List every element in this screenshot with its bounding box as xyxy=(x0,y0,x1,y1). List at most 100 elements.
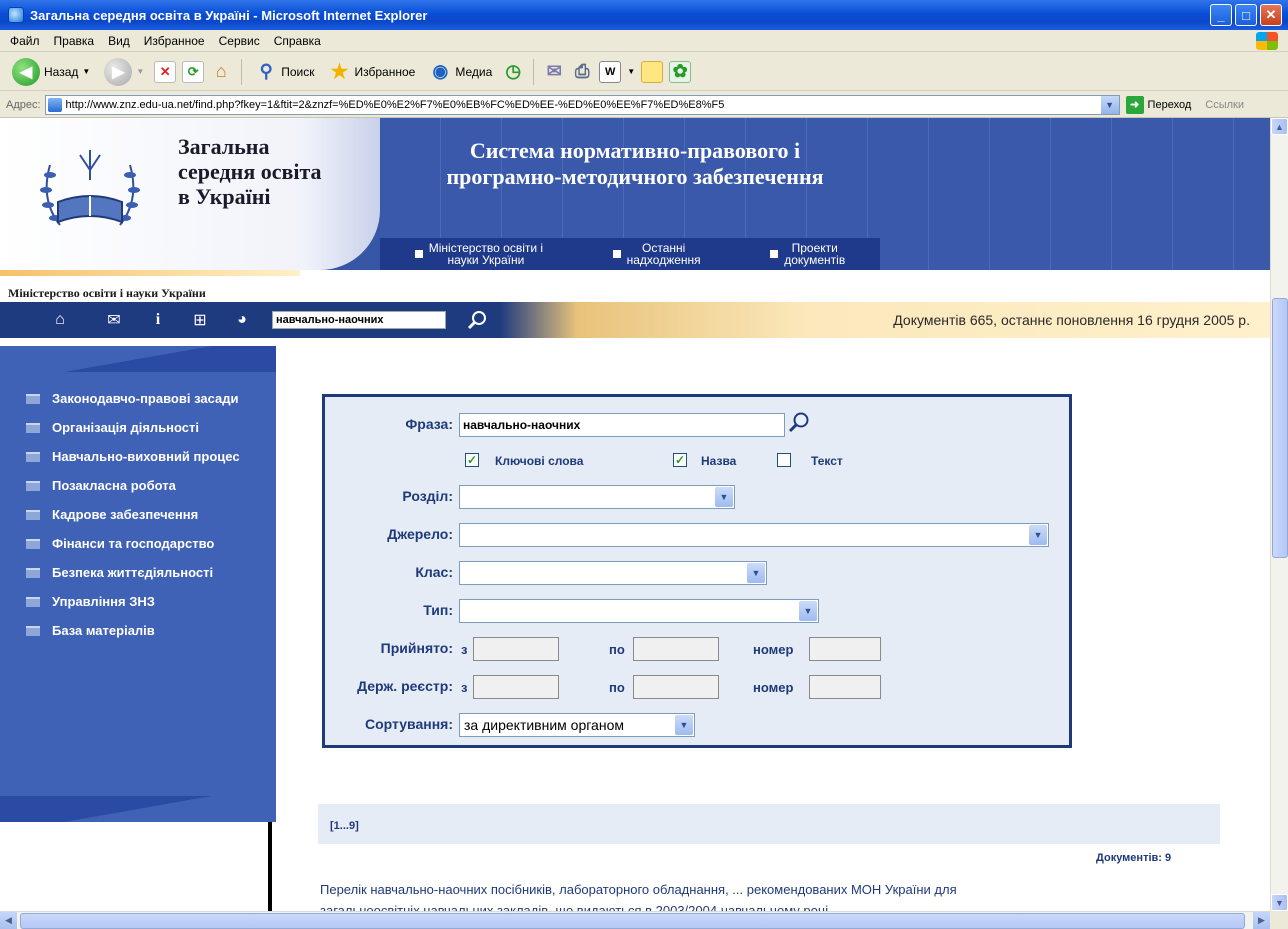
menu-favorites[interactable]: Избранное xyxy=(144,34,205,48)
adopted-from-input[interactable] xyxy=(473,637,559,661)
registry-to-label: по xyxy=(609,680,625,695)
registry-to-input[interactable] xyxy=(633,675,719,699)
star-icon: ★ xyxy=(330,61,349,83)
results-pager[interactable]: [1...9] xyxy=(330,820,359,832)
result-link-first[interactable]: Перелік навчально-наочних посібників, ла… xyxy=(320,882,957,897)
mail-icon[interactable]: ✉ xyxy=(543,61,565,83)
vertical-scrollbar[interactable]: ▲ ▼ xyxy=(1270,118,1288,911)
folder-icon xyxy=(26,481,40,491)
window-title: Загальна середня освіта в Україні - Micr… xyxy=(30,7,428,23)
adopted-to-label: по xyxy=(609,642,625,657)
vertical-scroll-thumb[interactable] xyxy=(1272,298,1288,558)
sidebar-item-legal[interactable]: Законодавчо-правові засади xyxy=(26,390,262,407)
info-icon[interactable]: i xyxy=(148,310,168,330)
sidebar-bottom-band xyxy=(0,796,276,822)
gold-band xyxy=(0,270,300,276)
close-button[interactable]: ✕ xyxy=(1260,4,1282,26)
print-icon[interactable]: ⎙ xyxy=(571,61,593,83)
discuss-icon[interactable] xyxy=(641,60,664,83)
mail-icon[interactable]: ✉ xyxy=(104,310,124,330)
home-icon[interactable]: ⌂ xyxy=(210,61,232,83)
sitemap-icon[interactable]: ⊞ xyxy=(190,310,210,330)
address-label: Адрес: xyxy=(6,98,41,111)
sidebar-item-safety[interactable]: Безпека життєдіяльності xyxy=(26,564,262,581)
scroll-right-icon[interactable]: ▶ xyxy=(1253,912,1270,929)
sidebar-item-extracurricular[interactable]: Позакласна робота xyxy=(26,477,262,494)
phrase-input[interactable]: навчально-наочних xyxy=(459,413,785,437)
forward-dropdown-icon: ▼ xyxy=(136,67,145,76)
go-button[interactable]: ➜ Переход xyxy=(1125,95,1191,114)
edit-dropdown-icon[interactable]: ▼ xyxy=(627,67,635,76)
documents-stats: Документів 665, останнє поновлення 16 гр… xyxy=(893,312,1250,328)
help-icon[interactable]: ◕ xyxy=(232,310,252,330)
maximize-button[interactable]: □ xyxy=(1235,4,1257,26)
history-icon[interactable]: ◷ xyxy=(502,61,524,83)
chevron-down-icon: ▼ xyxy=(715,487,733,507)
site-toolstrip: ⌂ ✉ i ⊞ ◕ навчально-наочних Документів 6… xyxy=(0,302,1270,338)
class-select[interactable]: ▼ xyxy=(459,561,767,585)
folder-icon xyxy=(26,568,40,578)
scroll-down-icon[interactable]: ▼ xyxy=(1271,894,1288,911)
adopted-label: Прийнято: xyxy=(380,640,453,656)
adopted-to-input[interactable] xyxy=(633,637,719,661)
type-select[interactable]: ▼ xyxy=(459,599,819,623)
sidebar-item-staffing[interactable]: Кадрове забезпечення xyxy=(26,506,262,523)
address-dropdown-icon[interactable]: ▼ xyxy=(1100,95,1119,114)
horizontal-scroll-thumb[interactable] xyxy=(20,913,1245,929)
text-checkbox[interactable] xyxy=(777,453,791,467)
menu-file[interactable]: Файл xyxy=(10,34,40,48)
windows-logo-icon xyxy=(1256,32,1278,50)
home-icon[interactable]: ⌂ xyxy=(50,310,70,330)
horizontal-scrollbar[interactable]: ◀ ▶ xyxy=(0,911,1270,929)
page-viewport: Загальна середня освіта в Україні Систем… xyxy=(0,118,1270,911)
section-select[interactable]: ▼ xyxy=(459,485,735,509)
result-link-first-continuation[interactable]: загальноосвітніх навчальних закладів, що… xyxy=(320,903,1200,911)
folder-icon xyxy=(26,510,40,520)
search-magnifier-icon[interactable] xyxy=(466,309,488,331)
title-bar: Загальна середня освіта в Україні - Micr… xyxy=(0,0,1288,30)
sidebar-item-materials[interactable]: База матеріалів xyxy=(26,622,262,639)
title-checkbox[interactable]: ✓ xyxy=(673,453,687,467)
forward-button[interactable]: ▶ ▼ xyxy=(100,56,148,88)
nav-drafts[interactable]: Проекти документів xyxy=(770,242,845,266)
keywords-checkbox[interactable]: ✓ xyxy=(465,453,479,467)
sort-select[interactable]: за директивним органом ▼ xyxy=(459,713,695,737)
menu-edit[interactable]: Правка xyxy=(54,34,95,48)
nav-bullet-icon xyxy=(612,250,621,258)
registry-number-input[interactable] xyxy=(809,675,881,699)
quick-search-input[interactable]: навчально-наочних xyxy=(272,311,446,329)
back-button[interactable]: ◀ Назад ▼ xyxy=(8,56,94,88)
registry-from-input[interactable] xyxy=(473,675,559,699)
source-select[interactable]: ▼ xyxy=(459,523,1049,547)
menu-tools[interactable]: Сервис xyxy=(219,34,260,48)
messenger-flower-icon[interactable]: ✿ xyxy=(669,60,692,83)
menu-help[interactable]: Справка xyxy=(274,34,321,48)
favorites-button[interactable]: ★ Избранное xyxy=(325,59,420,85)
media-label: Медиа xyxy=(455,64,493,79)
sidebar-item-management[interactable]: Управління ЗНЗ xyxy=(26,593,262,610)
logo-block[interactable]: Загальна середня освіта в Україні xyxy=(0,118,380,270)
nav-recent[interactable]: Останні надходження xyxy=(612,242,701,266)
adopted-number-input[interactable] xyxy=(809,637,881,661)
links-button[interactable]: Ссылки xyxy=(1205,99,1244,111)
scroll-left-icon[interactable]: ◀ xyxy=(0,912,17,929)
nav-ministry[interactable]: Міністерство освіти і науки України xyxy=(414,242,543,266)
scroll-up-icon[interactable]: ▲ xyxy=(1271,118,1288,135)
sidebar-item-organization[interactable]: Організація діяльності xyxy=(26,419,262,436)
chevron-down-icon: ▼ xyxy=(747,563,765,583)
menu-view[interactable]: Вид xyxy=(108,34,130,48)
sidebar-item-education[interactable]: Навчально-виховний процес xyxy=(26,448,262,465)
phrase-search-icon[interactable] xyxy=(787,411,811,435)
edit-word-icon[interactable]: W xyxy=(599,60,622,83)
stop-icon[interactable]: ✕ xyxy=(154,60,177,83)
refresh-icon[interactable]: ⟳ xyxy=(182,60,205,83)
search-button[interactable]: ⚲ Поиск xyxy=(251,59,318,85)
registry-number-label: номер xyxy=(753,680,794,695)
title-label: Назва xyxy=(701,454,737,468)
media-icon: ◉ xyxy=(432,61,449,81)
address-input[interactable]: http://www.znz.edu-ua.net/find.php?fkey=… xyxy=(44,94,1120,115)
folder-icon xyxy=(26,597,40,607)
minimize-button[interactable]: _ xyxy=(1210,4,1232,26)
sidebar-item-finance[interactable]: Фінанси та господарство xyxy=(26,535,262,552)
media-button[interactable]: ◉ Медиа xyxy=(425,59,496,85)
